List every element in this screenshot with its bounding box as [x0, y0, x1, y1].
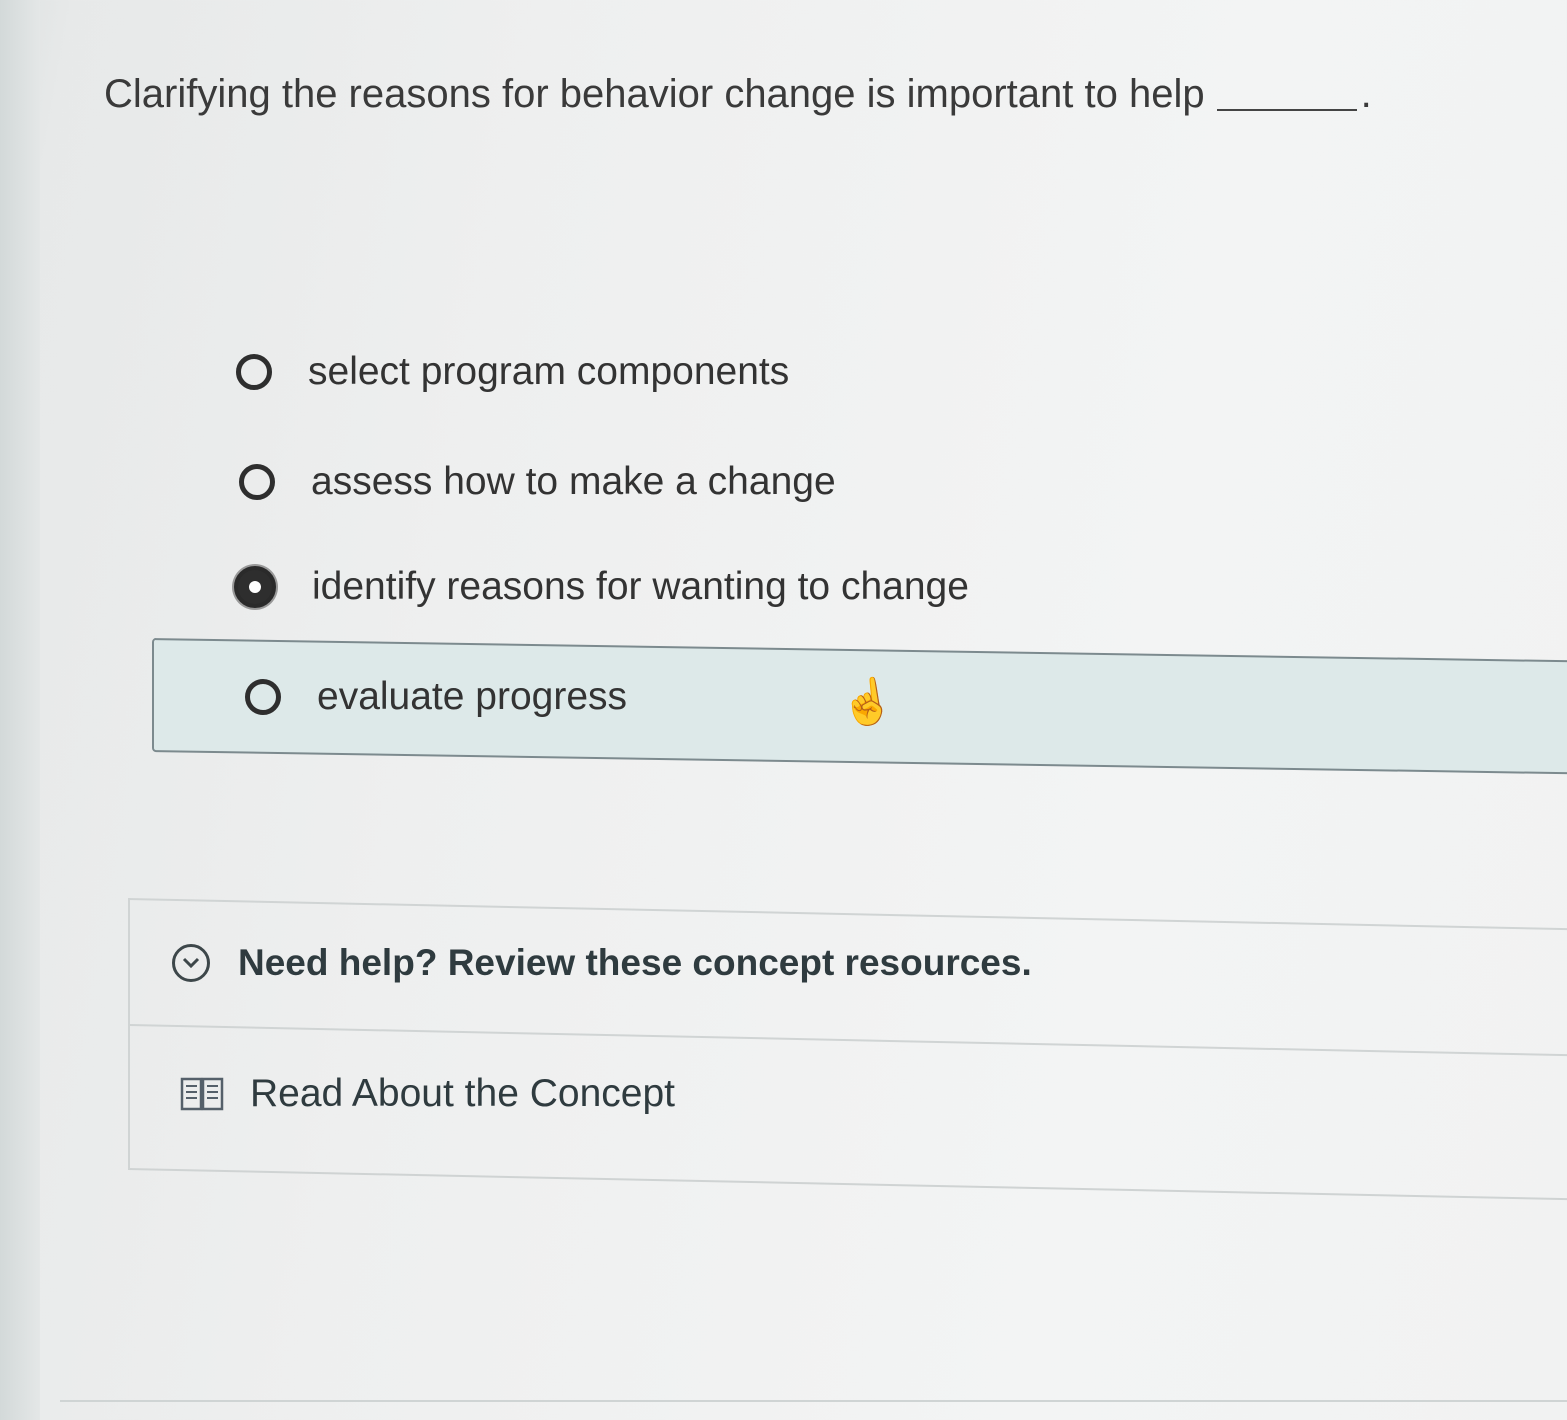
radio-button-icon[interactable]: [236, 354, 272, 390]
radio-button-icon[interactable]: [239, 464, 275, 500]
divider: [130, 1024, 1567, 1058]
option-label: select program components: [308, 350, 790, 393]
question-text: Clarifying the reasons for behavior chan…: [104, 72, 1205, 116]
option-select-program-components[interactable]: select program components: [236, 350, 789, 394]
option-identify-reasons[interactable]: identify reasons for wanting to change: [234, 565, 969, 609]
radio-button-selected-icon[interactable]: [234, 566, 276, 608]
option-label: evaluate progress: [317, 675, 628, 718]
hand-pointer-icon: ☝: [836, 674, 899, 731]
open-book-icon: [180, 1077, 224, 1111]
help-header-text: Need help? Review these concept resource…: [238, 942, 1032, 983]
radio-button-icon[interactable]: [245, 679, 281, 715]
option-label: assess how to make a change: [311, 460, 836, 503]
option-assess-how-to-make-a-change[interactable]: assess how to make a change: [239, 460, 836, 504]
help-resources-toggle[interactable]: Need help? Review these concept resource…: [172, 942, 1032, 984]
question-end: .: [1360, 72, 1372, 116]
read-link-text: Read About the Concept: [250, 1072, 675, 1115]
page-edge: [0, 0, 40, 1420]
option-label: identify reasons for wanting to change: [312, 565, 969, 608]
read-about-concept-link[interactable]: Read About the Concept: [180, 1072, 675, 1116]
divider: [60, 1400, 1567, 1402]
option-evaluate-progress[interactable]: evaluate progress: [245, 675, 627, 719]
question-prompt: Clarifying the reasons for behavior chan…: [104, 72, 1372, 117]
answer-blank: [1216, 109, 1357, 111]
chevron-down-circle-icon: [172, 944, 210, 982]
